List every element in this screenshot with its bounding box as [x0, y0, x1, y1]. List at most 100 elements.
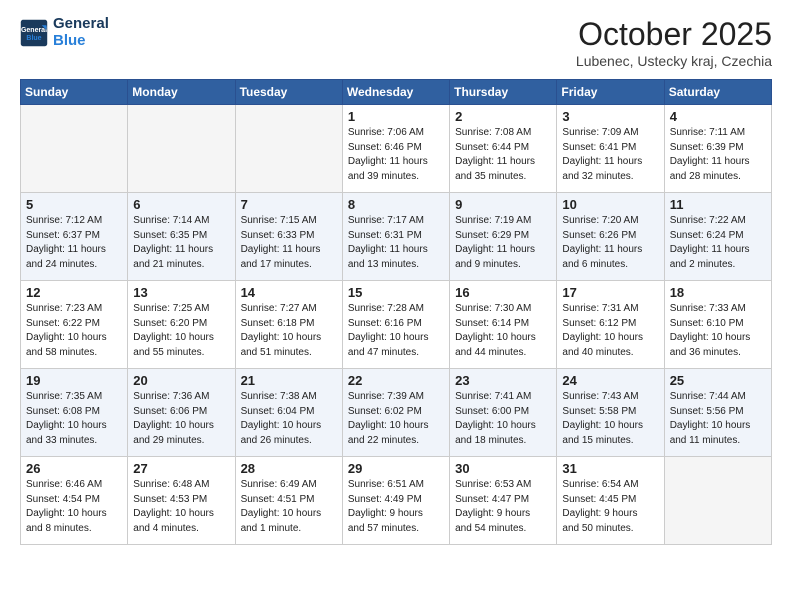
calendar-cell: 15Sunrise: 7:28 AM Sunset: 6:16 PM Dayli…	[342, 281, 449, 369]
day-number: 8	[348, 197, 444, 212]
calendar-cell: 29 Sunrise: 6:51 AM Sunset: 4:49 PM Dayli…	[342, 457, 449, 545]
day-number: 17	[562, 285, 658, 300]
calendar-cell: 31 Sunrise: 6:54 AM Sunset: 4:45 PM Dayli…	[557, 457, 664, 545]
day-info: Sunrise: 7:17 AM Sunset: 6:31 PM Dayligh…	[348, 214, 444, 272]
day-number: 4	[670, 109, 766, 124]
day-info: Sunrise: 7:12 AM Sunset: 6:37 PM Dayligh…	[26, 214, 122, 272]
calendar-cell: 26 Sunrise: 6:46 AM Sunset: 4:54 PM Dayli…	[21, 457, 128, 545]
day-info: Sunrise: 7:27 AM Sunset: 6:18 PM Dayligh…	[241, 302, 337, 360]
calendar-cell: 30 Sunrise: 6:53 AM Sunset: 4:47 PM Dayli…	[450, 457, 557, 545]
day-number: 31	[562, 461, 658, 476]
day-info: Sunrise: 7:38 AM Sunset: 6:04 PM Dayligh…	[241, 390, 337, 448]
calendar-cell: 14 Sunrise: 7:27 AM Sunset: 6:18 PM Dayli…	[235, 281, 342, 369]
day-info: Sunrise: 7:33 AM Sunset: 6:10 PM Dayligh…	[670, 302, 766, 360]
svg-text:General: General	[21, 27, 47, 34]
day-info: Sunrise: 7:43 AM Sunset: 5:58 PM Dayligh…	[562, 390, 658, 448]
calendar-cell: 21 Sunrise: 7:38 AM Sunset: 6:04 PM Dayli…	[235, 369, 342, 457]
day-info: Sunrise: 6:51 AM Sunset: 4:49 PM Dayligh…	[348, 478, 444, 536]
day-number: 28	[241, 461, 337, 476]
day-number: 26	[26, 461, 122, 476]
calendar-cell: 19 Sunrise: 7:35 AM Sunset: 6:08 PM Dayli…	[21, 369, 128, 457]
day-number: 22	[348, 373, 444, 388]
day-info: Sunrise: 6:53 AM Sunset: 4:47 PM Dayligh…	[455, 478, 551, 536]
calendar-cell: 25Sunrise: 7:44 AM Sunset: 5:56 PM Dayli…	[664, 369, 771, 457]
day-info: Sunrise: 6:49 AM Sunset: 4:51 PM Dayligh…	[241, 478, 337, 536]
day-number: 2	[455, 109, 551, 124]
calendar-cell	[128, 105, 235, 193]
day-number: 18	[670, 285, 766, 300]
calendar-cell: 1Sunrise: 7:06 AM Sunset: 6:46 PM Daylig…	[342, 105, 449, 193]
day-number: 6	[133, 197, 229, 212]
calendar-cell: 11 Sunrise: 7:22 AM Sunset: 6:24 PM Dayli…	[664, 193, 771, 281]
calendar-cell: 5 Sunrise: 7:12 AM Sunset: 6:37 PM Daylig…	[21, 193, 128, 281]
day-number: 23	[455, 373, 551, 388]
day-number: 13	[133, 285, 229, 300]
weekday-thursday: Thursday	[450, 80, 557, 105]
logo: General Blue General Blue	[20, 16, 109, 49]
day-info: Sunrise: 7:31 AM Sunset: 6:12 PM Dayligh…	[562, 302, 658, 360]
calendar-cell: 3Sunrise: 7:09 AM Sunset: 6:41 PM Daylig…	[557, 105, 664, 193]
calendar-cell: 28 Sunrise: 6:49 AM Sunset: 4:51 PM Dayli…	[235, 457, 342, 545]
calendar-cell: 27Sunrise: 6:48 AM Sunset: 4:53 PM Dayli…	[128, 457, 235, 545]
calendar-cell: 12 Sunrise: 7:23 AM Sunset: 6:22 PM Dayli…	[21, 281, 128, 369]
day-info: Sunrise: 7:35 AM Sunset: 6:08 PM Dayligh…	[26, 390, 122, 448]
calendar-cell: 4Sunrise: 7:11 AM Sunset: 6:39 PM Daylig…	[664, 105, 771, 193]
calendar-cell: 24Sunrise: 7:43 AM Sunset: 5:58 PM Dayli…	[557, 369, 664, 457]
day-number: 9	[455, 197, 551, 212]
day-number: 15	[348, 285, 444, 300]
day-info: Sunrise: 6:54 AM Sunset: 4:45 PM Dayligh…	[562, 478, 658, 536]
day-info: Sunrise: 7:09 AM Sunset: 6:41 PM Dayligh…	[562, 126, 658, 184]
calendar-week-1: 1Sunrise: 7:06 AM Sunset: 6:46 PM Daylig…	[21, 105, 772, 193]
day-number: 21	[241, 373, 337, 388]
day-number: 10	[562, 197, 658, 212]
calendar-cell: 10 Sunrise: 7:20 AM Sunset: 6:26 PM Dayli…	[557, 193, 664, 281]
logo-icon: General Blue	[20, 19, 48, 47]
title-block: October 2025 Lubenec, Ustecky kraj, Czec…	[576, 16, 772, 69]
header: General Blue General Blue October 2025 L…	[20, 16, 772, 69]
day-info: Sunrise: 7:44 AM Sunset: 5:56 PM Dayligh…	[670, 390, 766, 448]
day-info: Sunrise: 7:39 AM Sunset: 6:02 PM Dayligh…	[348, 390, 444, 448]
day-info: Sunrise: 7:20 AM Sunset: 6:26 PM Dayligh…	[562, 214, 658, 272]
day-info: Sunrise: 7:22 AM Sunset: 6:24 PM Dayligh…	[670, 214, 766, 272]
calendar-cell: 16 Sunrise: 7:30 AM Sunset: 6:14 PM Dayli…	[450, 281, 557, 369]
day-number: 30	[455, 461, 551, 476]
calendar-cell	[664, 457, 771, 545]
day-info: Sunrise: 7:30 AM Sunset: 6:14 PM Dayligh…	[455, 302, 551, 360]
day-number: 14	[241, 285, 337, 300]
day-number: 5	[26, 197, 122, 212]
calendar-cell: 22 Sunrise: 7:39 AM Sunset: 6:02 PM Dayli…	[342, 369, 449, 457]
calendar-cell	[21, 105, 128, 193]
logo-blue: Blue	[53, 33, 109, 50]
calendar-week-5: 26 Sunrise: 6:46 AM Sunset: 4:54 PM Dayli…	[21, 457, 772, 545]
weekday-sunday: Sunday	[21, 80, 128, 105]
calendar-cell: 18 Sunrise: 7:33 AM Sunset: 6:10 PM Dayli…	[664, 281, 771, 369]
calendar-cell: 23Sunrise: 7:41 AM Sunset: 6:00 PM Dayli…	[450, 369, 557, 457]
location: Lubenec, Ustecky kraj, Czechia	[576, 53, 772, 69]
calendar-week-3: 12 Sunrise: 7:23 AM Sunset: 6:22 PM Dayli…	[21, 281, 772, 369]
day-info: Sunrise: 6:46 AM Sunset: 4:54 PM Dayligh…	[26, 478, 122, 536]
weekday-friday: Friday	[557, 80, 664, 105]
calendar-cell: 8 Sunrise: 7:17 AM Sunset: 6:31 PM Daylig…	[342, 193, 449, 281]
calendar: SundayMondayTuesdayWednesdayThursdayFrid…	[20, 79, 772, 545]
month-title: October 2025	[576, 16, 772, 53]
day-info: Sunrise: 7:25 AM Sunset: 6:20 PM Dayligh…	[133, 302, 229, 360]
day-info: Sunrise: 7:19 AM Sunset: 6:29 PM Dayligh…	[455, 214, 551, 272]
day-info: Sunrise: 6:48 AM Sunset: 4:53 PM Dayligh…	[133, 478, 229, 536]
calendar-week-4: 19 Sunrise: 7:35 AM Sunset: 6:08 PM Dayli…	[21, 369, 772, 457]
day-number: 11	[670, 197, 766, 212]
calendar-cell: 17 Sunrise: 7:31 AM Sunset: 6:12 PM Dayli…	[557, 281, 664, 369]
day-number: 19	[26, 373, 122, 388]
day-number: 12	[26, 285, 122, 300]
logo-general: General	[53, 16, 109, 33]
day-info: Sunrise: 7:23 AM Sunset: 6:22 PM Dayligh…	[26, 302, 122, 360]
day-info: Sunrise: 7:36 AM Sunset: 6:06 PM Dayligh…	[133, 390, 229, 448]
calendar-week-2: 5 Sunrise: 7:12 AM Sunset: 6:37 PM Daylig…	[21, 193, 772, 281]
day-number: 29	[348, 461, 444, 476]
calendar-cell: 7Sunrise: 7:15 AM Sunset: 6:33 PM Daylig…	[235, 193, 342, 281]
day-number: 1	[348, 109, 444, 124]
day-info: Sunrise: 7:14 AM Sunset: 6:35 PM Dayligh…	[133, 214, 229, 272]
page: General Blue General Blue October 2025 L…	[0, 0, 792, 555]
calendar-cell: 20Sunrise: 7:36 AM Sunset: 6:06 PM Dayli…	[128, 369, 235, 457]
day-number: 16	[455, 285, 551, 300]
calendar-cell: 2Sunrise: 7:08 AM Sunset: 6:44 PM Daylig…	[450, 105, 557, 193]
